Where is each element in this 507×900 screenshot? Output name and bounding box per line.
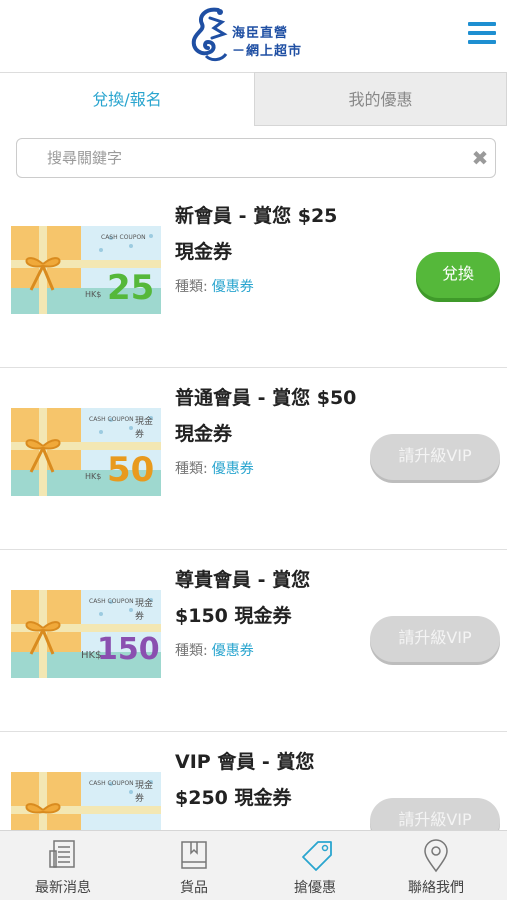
coupon-amount: 50 [107, 450, 155, 490]
redeem-button[interactable]: 兌換 [416, 252, 500, 298]
coupon-amount: 150 [97, 632, 160, 667]
list-item: CASH COUPON 現金券 HK$ 150 尊貴會員 - 賞您 $150 現… [0, 550, 507, 732]
coupon-image: CASH COUPON 現金券 HK$ 150 [11, 590, 161, 678]
book-icon [181, 841, 207, 869]
item-type-link[interactable]: 優惠券 [212, 279, 254, 295]
coupon-header: CASH COUPON [101, 234, 146, 241]
item-title-line1: 新會員 - 賞您 $25 [175, 205, 338, 227]
item-title-line2: $150 現金券 [175, 605, 292, 627]
search-input[interactable] [47, 145, 467, 171]
coupon-header: CASH COUPON [89, 416, 134, 423]
newspaper-icon [49, 840, 75, 868]
upgrade-vip-button[interactable]: 請升級VIP [370, 798, 500, 830]
coupon-header-zh: 現金券 [135, 781, 154, 804]
nav-label: 聯絡我們 [408, 880, 464, 896]
upgrade-vip-button[interactable]: 請升級VIP [370, 616, 500, 662]
coupon-list: CASH COUPON HK$ 25 新會員 - 賞您 $25 現金券 種類: 優… [0, 186, 507, 830]
nav-label: 貨品 [180, 880, 208, 896]
tab-my-offers[interactable]: 我的優惠 [254, 72, 507, 126]
list-item: CASH COUPON HK$ 25 新會員 - 賞您 $25 現金券 種類: 優… [0, 186, 507, 368]
item-type-link[interactable]: 優惠券 [212, 643, 254, 659]
item-type-label: 種類: [175, 461, 208, 477]
coupon-header-zh: 現金券 [135, 417, 154, 440]
tab-redeem[interactable]: 兌換/報名 [0, 72, 254, 126]
item-type-label: 種類: [175, 643, 208, 659]
item-title-line2: 現金券 [175, 423, 233, 445]
item-type-link[interactable]: 優惠券 [212, 461, 254, 477]
coupon-header-zh: 現金券 [135, 599, 154, 622]
item-type: 種類: 優惠券 [175, 640, 254, 660]
app-header: 海臣直營 －網上超市 [0, 0, 507, 72]
nav-item-products[interactable]: 貨品 [131, 831, 257, 900]
coupon-currency: HK$ [85, 472, 102, 481]
item-type: 種類: 優惠券 [175, 276, 254, 296]
item-title-line1: VIP 會員 - 賞您 [175, 751, 315, 773]
hamburger-menu-icon[interactable] [468, 22, 496, 48]
coupon-image: CASH COUPON 現金券 [11, 772, 161, 830]
nav-label: 搶優惠 [294, 880, 336, 896]
logo-line1: 海臣直營 [232, 26, 289, 41]
search-bar: ✖ [16, 138, 496, 178]
nav-item-contact[interactable]: 聯絡我們 [373, 831, 499, 900]
item-title-line2: 現金券 [175, 241, 233, 263]
nav-item-deals[interactable]: 搶優惠 [252, 831, 378, 900]
item-title-line1: 普通會員 - 賞您 $50 [175, 387, 357, 409]
brand-logo[interactable]: 海臣直營 －網上超市 [188, 4, 328, 68]
item-type-label: 種類: [175, 279, 208, 295]
item-type: 種類: 優惠券 [175, 458, 254, 478]
nav-item-news[interactable]: 最新消息 [0, 831, 126, 900]
list-item: CASH COUPON 現金券 HK$ 50 普通會員 - 賞您 $50 現金券… [0, 368, 507, 550]
dragon-logo-icon [191, 7, 228, 62]
coupon-header: CASH COUPON [89, 598, 134, 605]
upgrade-vip-button[interactable]: 請升級VIP [370, 434, 500, 480]
coupon-image: CASH COUPON HK$ 25 [11, 226, 161, 314]
coupon-currency: HK$ [85, 290, 102, 299]
tag-icon [302, 841, 332, 871]
item-title-line1: 尊貴會員 - 賞您 [175, 569, 311, 591]
coupon-header: CASH COUPON [89, 780, 134, 787]
tab-bar: 兌換/報名 我的優惠 [0, 72, 507, 126]
nav-label: 最新消息 [35, 880, 91, 896]
bottom-nav: 最新消息 貨品 搶優惠 聯絡我們 [0, 830, 507, 900]
coupon-image: CASH COUPON 現金券 HK$ 50 [11, 408, 161, 496]
coupon-amount: 25 [107, 268, 155, 308]
close-icon[interactable]: ✖ [469, 147, 491, 169]
item-title-line2: $250 現金券 [175, 787, 292, 809]
location-pin-icon [424, 839, 448, 873]
logo-line2: －網上超市 [232, 44, 303, 59]
list-item: CASH COUPON 現金券 VIP 會員 - 賞您 $250 現金券 請升級… [0, 732, 507, 830]
